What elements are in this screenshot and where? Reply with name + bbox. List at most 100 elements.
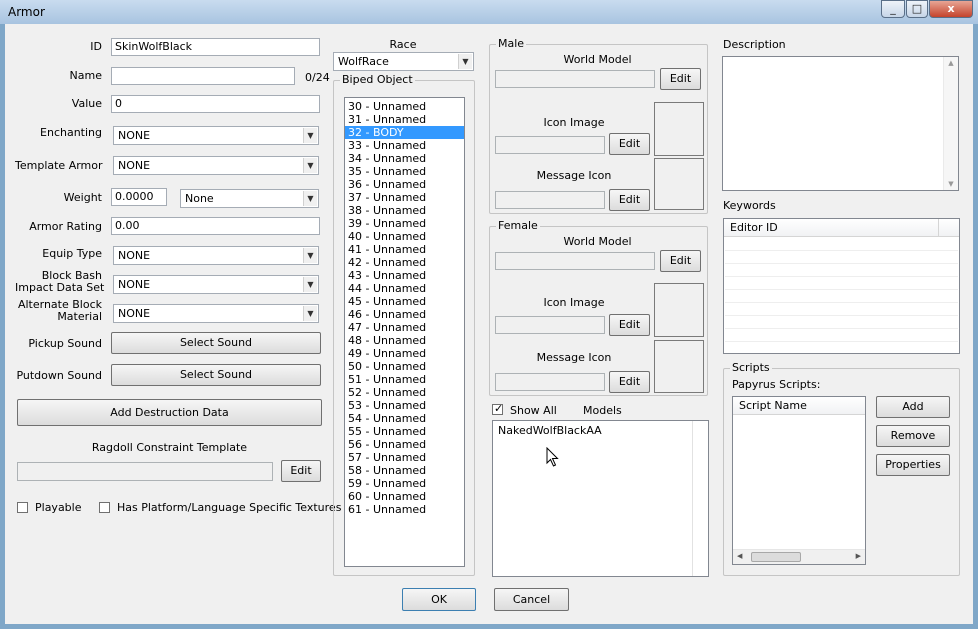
biped-list-item[interactable]: 55 - Unnamed bbox=[345, 425, 464, 438]
putdown-sound-button[interactable]: Select Sound bbox=[111, 364, 321, 386]
biped-object-list[interactable]: 30 - Unnamed 31 - Unnamed 32 - BODY 33 - Un… bbox=[344, 97, 465, 567]
biped-list-item[interactable]: 39 - Unnamed bbox=[345, 217, 464, 230]
biped-list-item[interactable]: 32 - BODY bbox=[345, 126, 464, 139]
list-item[interactable]: NakedWolfBlackAA bbox=[493, 421, 708, 437]
biped-list-item[interactable]: 50 - Unnamed bbox=[345, 360, 464, 373]
biped-list-item[interactable]: 56 - Unnamed bbox=[345, 438, 464, 451]
grid-line bbox=[725, 276, 958, 277]
biped-list-item[interactable]: 38 - Unnamed bbox=[345, 204, 464, 217]
scroll-thumb[interactable] bbox=[751, 552, 801, 562]
male-world-model-field[interactable] bbox=[495, 70, 655, 88]
male-message-icon-edit-button[interactable]: Edit bbox=[609, 189, 650, 211]
scroll-left-icon[interactable]: ◀ bbox=[737, 552, 742, 560]
pickup-sound-button[interactable]: Select Sound bbox=[111, 332, 321, 354]
alt-block-dropdown[interactable]: NONE ▼ bbox=[113, 304, 319, 323]
id-field[interactable]: SkinWolfBlack bbox=[111, 38, 320, 56]
biped-list-item[interactable]: 51 - Unnamed bbox=[345, 373, 464, 386]
enchanting-dropdown[interactable]: NONE ▼ bbox=[113, 126, 319, 145]
chevron-down-icon: ▼ bbox=[303, 277, 317, 292]
description-field[interactable]: ▲ ▼ bbox=[722, 56, 959, 191]
show-all-checkbox[interactable]: ✓ bbox=[492, 402, 503, 415]
cancel-button[interactable]: Cancel bbox=[494, 588, 569, 611]
female-world-model-field[interactable] bbox=[495, 252, 655, 270]
biped-list-item[interactable]: 36 - Unnamed bbox=[345, 178, 464, 191]
biped-list-item[interactable]: 54 - Unnamed bbox=[345, 412, 464, 425]
biped-list-item[interactable]: 45 - Unnamed bbox=[345, 295, 464, 308]
scroll-up-icon[interactable]: ▲ bbox=[944, 59, 958, 67]
scripts-label: Scripts bbox=[730, 361, 772, 374]
male-message-icon-field[interactable] bbox=[495, 191, 605, 209]
playable-checkbox[interactable] bbox=[17, 502, 28, 513]
biped-list-item[interactable]: 53 - Unnamed bbox=[345, 399, 464, 412]
female-icon-image-field[interactable] bbox=[495, 316, 605, 334]
platform-textures-checkbox[interactable] bbox=[99, 502, 110, 513]
biped-list-item[interactable]: 31 - Unnamed bbox=[345, 113, 464, 126]
add-script-button[interactable]: Add bbox=[876, 396, 950, 418]
male-world-model-edit-button[interactable]: Edit bbox=[660, 68, 701, 90]
minimize-button[interactable]: _ bbox=[881, 0, 905, 18]
biped-list-item[interactable]: 43 - Unnamed bbox=[345, 269, 464, 282]
female-icon-image-label: Icon Image bbox=[543, 296, 605, 309]
biped-list-item[interactable]: 47 - Unnamed bbox=[345, 321, 464, 334]
biped-list-item[interactable]: 57 - Unnamed bbox=[345, 451, 464, 464]
models-label: Models bbox=[583, 404, 622, 417]
female-message-icon-field[interactable] bbox=[495, 373, 605, 391]
close-button[interactable]: x bbox=[929, 0, 973, 18]
biped-list-item[interactable]: 37 - Unnamed bbox=[345, 191, 464, 204]
biped-list-item[interactable]: 48 - Unnamed bbox=[345, 334, 464, 347]
biped-list-item[interactable]: 34 - Unnamed bbox=[345, 152, 464, 165]
biped-list-item[interactable]: 41 - Unnamed bbox=[345, 243, 464, 256]
script-name-column-header[interactable]: Script Name bbox=[733, 397, 865, 415]
ok-button[interactable]: OK bbox=[402, 588, 476, 611]
mouse-cursor-icon bbox=[546, 447, 559, 467]
add-destruction-button[interactable]: Add Destruction Data bbox=[17, 399, 322, 426]
female-world-model-edit-button[interactable]: Edit bbox=[660, 250, 701, 272]
biped-list-item[interactable]: 49 - Unnamed bbox=[345, 347, 464, 360]
name-field[interactable] bbox=[111, 67, 295, 85]
putdown-sound-label: Putdown Sound bbox=[16, 369, 102, 382]
biped-list-item[interactable]: 52 - Unnamed bbox=[345, 386, 464, 399]
equip-type-dropdown[interactable]: NONE ▼ bbox=[113, 246, 319, 265]
title-bar: Armor _ □ x bbox=[0, 0, 978, 24]
ragdoll-edit-button[interactable]: Edit bbox=[281, 460, 321, 482]
papyrus-scripts-list[interactable]: Script Name ◀ ▶ bbox=[732, 396, 866, 565]
biped-list-item[interactable]: 42 - Unnamed bbox=[345, 256, 464, 269]
scroll-down-icon[interactable]: ▼ bbox=[944, 180, 958, 188]
biped-list-item[interactable]: 44 - Unnamed bbox=[345, 282, 464, 295]
biped-list-item[interactable]: 30 - Unnamed bbox=[345, 100, 464, 113]
armor-rating-field[interactable]: 0.00 bbox=[111, 217, 320, 235]
chevron-down-icon: ▼ bbox=[458, 54, 472, 69]
biped-list-item[interactable]: 59 - Unnamed bbox=[345, 477, 464, 490]
models-list[interactable]: NakedWolfBlackAA bbox=[492, 420, 709, 577]
female-icon-image-edit-button[interactable]: Edit bbox=[609, 314, 650, 336]
biped-list-item[interactable]: 40 - Unnamed bbox=[345, 230, 464, 243]
weight-type-dropdown[interactable]: None ▼ bbox=[180, 189, 319, 208]
alt-block-label: Alternate Block Material bbox=[15, 299, 102, 323]
remove-script-button[interactable]: Remove bbox=[876, 425, 950, 447]
biped-list-item[interactable]: 33 - Unnamed bbox=[345, 139, 464, 152]
weight-field[interactable]: 0.0000 bbox=[111, 188, 167, 206]
ragdoll-field[interactable] bbox=[17, 462, 273, 481]
template-armor-dropdown[interactable]: NONE ▼ bbox=[113, 156, 319, 175]
race-dropdown[interactable]: WolfRace ▼ bbox=[333, 52, 474, 71]
race-value: WolfRace bbox=[338, 55, 389, 68]
block-bash-dropdown[interactable]: NONE ▼ bbox=[113, 275, 319, 294]
scroll-right-icon[interactable]: ▶ bbox=[856, 552, 861, 560]
male-icon-image-field[interactable] bbox=[495, 136, 605, 154]
female-icon-preview bbox=[654, 283, 704, 337]
male-icon-image-edit-button[interactable]: Edit bbox=[609, 133, 650, 155]
biped-list-item[interactable]: 60 - Unnamed bbox=[345, 490, 464, 503]
script-properties-button[interactable]: Properties bbox=[876, 454, 950, 476]
biped-list-item[interactable]: 58 - Unnamed bbox=[345, 464, 464, 477]
maximize-button[interactable]: □ bbox=[906, 0, 928, 18]
scripts-horizontal-scrollbar[interactable]: ◀ ▶ bbox=[733, 549, 865, 564]
description-scrollbar[interactable]: ▲ ▼ bbox=[943, 57, 958, 190]
biped-list-item[interactable]: 46 - Unnamed bbox=[345, 308, 464, 321]
keywords-column-header[interactable]: Editor ID bbox=[724, 219, 959, 237]
value-field[interactable]: 0 bbox=[111, 95, 320, 113]
biped-list-item[interactable]: 61 - Unnamed bbox=[345, 503, 464, 516]
armor-rating-label: Armor Rating bbox=[29, 220, 102, 233]
keywords-list[interactable]: Editor ID bbox=[723, 218, 960, 354]
female-message-icon-edit-button[interactable]: Edit bbox=[609, 371, 650, 393]
biped-list-item[interactable]: 35 - Unnamed bbox=[345, 165, 464, 178]
